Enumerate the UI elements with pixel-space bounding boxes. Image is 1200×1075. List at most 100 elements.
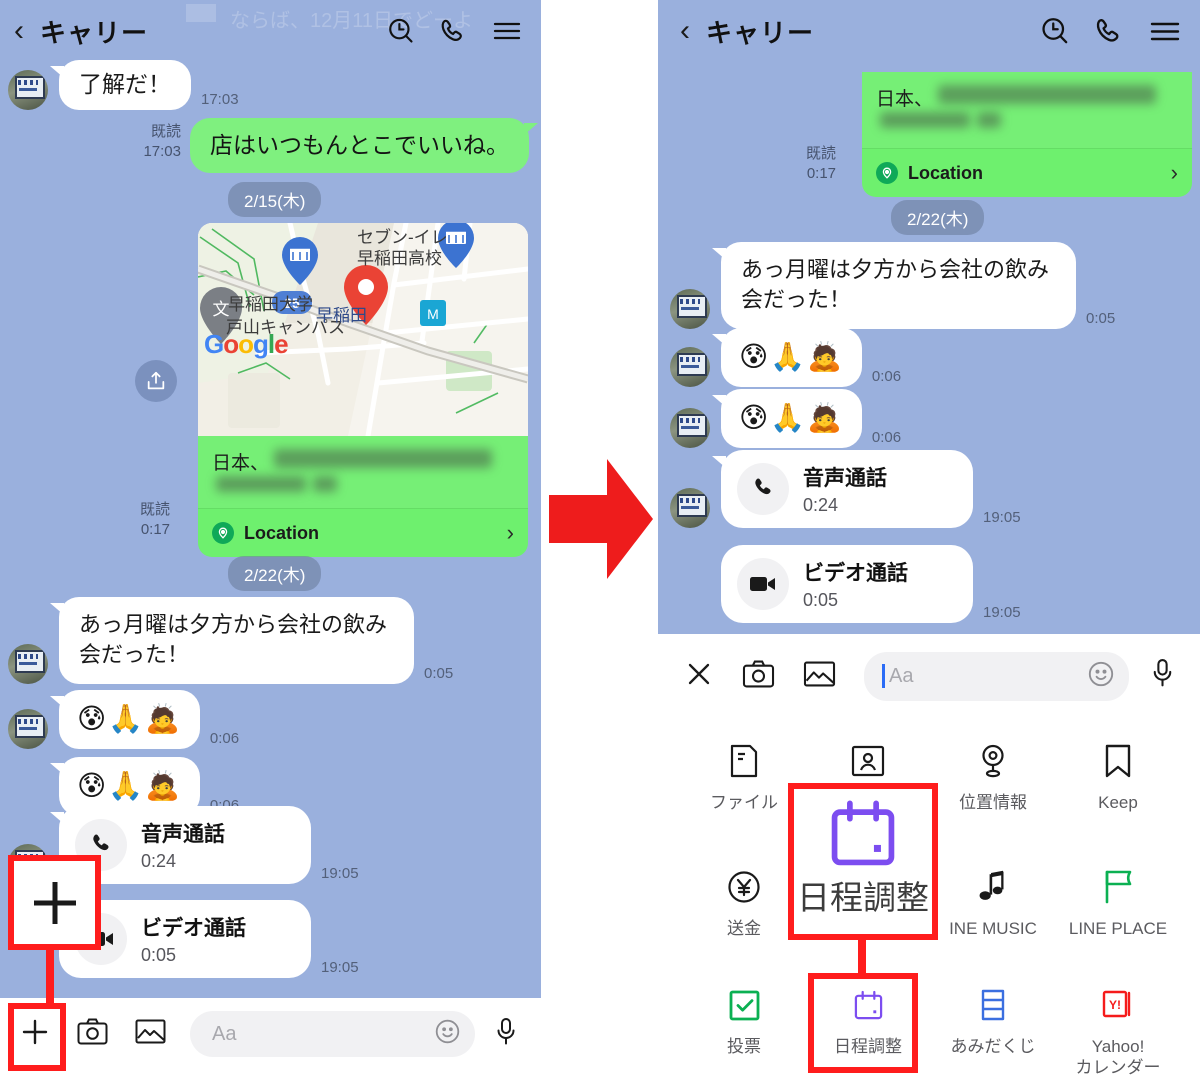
message-bubble-incoming[interactable]: 😰🙏🙇 xyxy=(712,328,862,387)
map-label-school: 早稲田大学 xyxy=(228,295,313,314)
page-title: キャリー xyxy=(706,17,815,48)
highlight-box-schedule-item xyxy=(808,973,918,1073)
message-timestamp: 17:03 xyxy=(201,90,239,108)
ladder-lottery-icon xyxy=(978,976,1008,1034)
avatar xyxy=(8,708,48,749)
smiley-icon[interactable] xyxy=(1087,660,1115,693)
back-button[interactable]: ‹ xyxy=(680,16,690,46)
avatar xyxy=(8,69,48,110)
location-pin-icon xyxy=(212,522,234,544)
red-right-arrow xyxy=(549,455,653,588)
left-chat-header: ‹ キャリー xyxy=(0,0,541,62)
call-title: ビデオ通話 xyxy=(803,562,908,585)
location-footer[interactable]: Location › xyxy=(198,508,528,557)
svg-text:M: M xyxy=(427,306,439,322)
message-bubble-incoming[interactable]: 😰🙏🙇 xyxy=(712,389,862,448)
location-address: 日本、 xyxy=(862,72,1192,148)
calendar-icon xyxy=(831,800,895,865)
message-bubble-incoming[interactable]: あっ月曜は夕方から会社の飲み会だった！ xyxy=(712,242,1076,329)
location-message-card[interactable]: 日本、 Location › xyxy=(862,72,1192,197)
call-log-bubble[interactable]: ビデオ通話 0:05 xyxy=(721,545,973,623)
zoom-callout-schedule: 日程調整 xyxy=(788,783,938,940)
location-pin-icon xyxy=(876,162,898,184)
location-label: Location xyxy=(908,162,983,183)
message-timestamp: 19:05 xyxy=(983,509,1021,527)
microphone-icon[interactable] xyxy=(1149,658,1176,694)
message-bubble-incoming[interactable]: 了解だ！ xyxy=(50,60,191,110)
location-meta: 既読 0:17 xyxy=(140,500,179,539)
message-timestamp: 0:06 xyxy=(871,428,902,446)
attach-item-vote[interactable]: 投票 xyxy=(684,976,804,1057)
attach-item-line-music[interactable]: INE MUSIC xyxy=(933,858,1053,939)
microphone-icon[interactable] xyxy=(493,1017,519,1052)
checkbox-check-icon xyxy=(729,976,760,1034)
avatar xyxy=(670,288,710,329)
message-input-field[interactable]: Aa xyxy=(864,651,1129,701)
message-bubble-incoming[interactable]: 😰🙏🙇 xyxy=(50,690,200,749)
call-duration: 0:05 xyxy=(803,590,839,610)
date-separator: 2/22(木) xyxy=(228,556,322,591)
image-icon[interactable] xyxy=(803,660,836,693)
annotation-connector-right xyxy=(858,935,866,975)
share-upload-icon[interactable] xyxy=(135,360,177,402)
search-clock-icon[interactable] xyxy=(1039,15,1071,47)
message-row: 音声通話 0:24 19:05 xyxy=(670,450,1021,528)
attach-item-location[interactable]: 位置情報 xyxy=(933,732,1053,813)
zoom-callout-plus xyxy=(8,855,101,950)
attach-label: 位置情報 xyxy=(959,793,1027,812)
message-bubble-incoming[interactable]: あっ月曜は夕方から会社の飲み会だった！ xyxy=(50,597,414,684)
message-timestamp: 19:05 xyxy=(321,959,359,977)
map-preview[interactable]: 25 文 M セブン-イレ 早稲田高校 早稲田大学 戸山キャンパス 早稲田 Go… xyxy=(198,223,528,436)
attach-label: LINE PLACE xyxy=(1068,919,1168,938)
message-input-placeholder: Aa xyxy=(889,664,914,687)
smiley-icon[interactable] xyxy=(434,1018,461,1050)
call-info: 音声通話 0:24 xyxy=(141,818,225,872)
close-x-icon[interactable] xyxy=(684,659,714,694)
yen-coin-icon xyxy=(727,858,761,916)
message-row: 😰🙏🙇 0:06 xyxy=(670,328,901,387)
attach-item-file[interactable]: ファイル xyxy=(684,732,804,813)
highlight-box-plus-button xyxy=(8,1003,66,1071)
image-icon[interactable] xyxy=(135,1018,166,1050)
message-row: 😰🙏🙇 0:06 xyxy=(670,389,901,448)
search-clock-icon[interactable] xyxy=(386,16,416,46)
chevron-right-icon[interactable]: › xyxy=(1171,160,1178,186)
call-title: 音声通話 xyxy=(803,467,887,490)
left-chat-area: ならば、12月11日でどーよ ‹ キャリー 了解だ！ 17:03 既読 17:0… xyxy=(0,0,541,998)
call-log-bubble[interactable]: 音声通話 0:24 xyxy=(712,450,973,528)
message-timestamp: 0:06 xyxy=(871,367,902,385)
back-button[interactable]: ‹ xyxy=(14,16,24,46)
phone-icon[interactable] xyxy=(438,16,469,47)
camera-icon[interactable] xyxy=(77,1018,108,1050)
message-timestamp: 19:05 xyxy=(983,604,1021,622)
hamburger-menu-icon[interactable] xyxy=(1148,18,1182,45)
location-footer[interactable]: Location › xyxy=(862,148,1192,197)
attach-label: Keep xyxy=(1098,793,1138,812)
attach-item-amidakuji[interactable]: あみだくじ xyxy=(933,976,1053,1057)
camera-icon[interactable] xyxy=(742,660,775,693)
attach-item-yahoo-calendar[interactable]: Y! Yahoo! カレンダー xyxy=(1058,976,1178,1075)
redacted-address-bar xyxy=(938,85,1156,104)
phone-icon[interactable] xyxy=(1093,15,1126,48)
call-title: 音声通話 xyxy=(141,823,225,846)
attach-item-keep[interactable]: Keep xyxy=(1058,732,1178,813)
location-pin-icon xyxy=(977,732,1009,790)
attach-item-line-place[interactable]: LINE PLACE xyxy=(1058,858,1178,939)
address-line1: 日本、 xyxy=(876,89,934,110)
header-icon-group xyxy=(386,16,523,47)
chevron-right-icon[interactable]: › xyxy=(507,520,514,546)
message-timestamp: 17:03 xyxy=(143,142,181,160)
date-separator: 2/22(木) xyxy=(891,200,985,235)
message-timestamp: 19:05 xyxy=(321,865,359,883)
hamburger-menu-icon[interactable] xyxy=(491,18,523,44)
page-title: キャリー xyxy=(40,17,149,48)
left-input-bar: Aa xyxy=(0,998,541,1070)
message-timestamp: 0:17 xyxy=(806,164,837,182)
message-input-field[interactable]: Aa xyxy=(190,1011,475,1057)
call-duration: 0:24 xyxy=(141,851,177,871)
attach-item-transfer[interactable]: 送金 xyxy=(684,858,804,939)
location-message-card[interactable]: 25 文 M セブン-イレ 早稲田高校 早稲田大学 戸山キャンパス 早稲田 Go… xyxy=(198,223,528,557)
message-input-placeholder: Aa xyxy=(212,1022,237,1045)
message-bubble-outgoing[interactable]: 店はいつもんとこでいいね。 xyxy=(190,118,538,174)
attach-label: あみだくじ xyxy=(950,1037,1036,1056)
